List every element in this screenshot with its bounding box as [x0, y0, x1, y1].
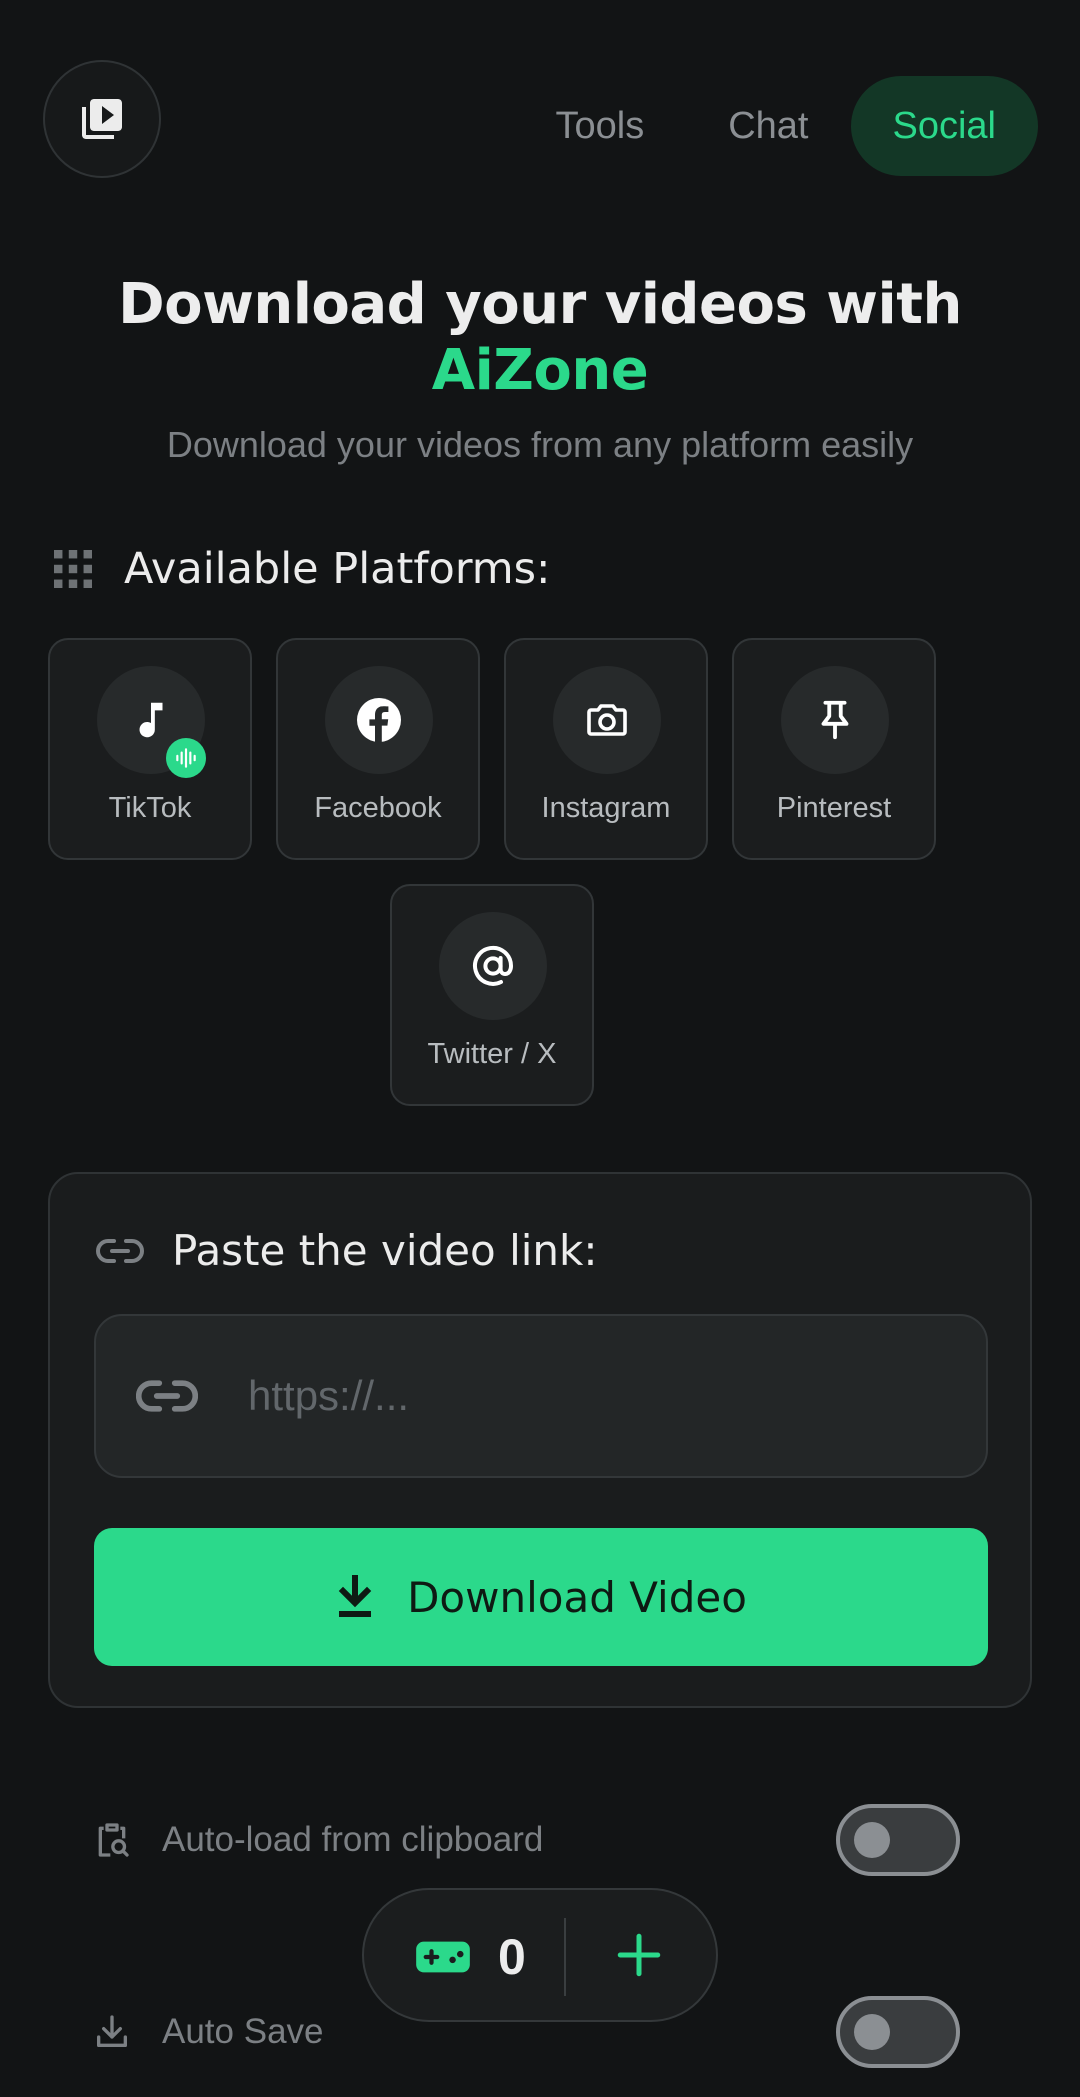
app-logo-button[interactable]	[43, 60, 161, 178]
camera-icon	[587, 704, 627, 736]
link-heading: Paste the video link:	[96, 1226, 598, 1275]
nav-tools[interactable]: Tools	[514, 76, 687, 176]
nav-social[interactable]: Social	[850, 76, 1038, 176]
game-count: 0	[498, 1929, 526, 1985]
auto-load-toggle[interactable]	[836, 1804, 960, 1876]
page-title-text: Download your videos with	[118, 272, 962, 337]
download-icon	[97, 2015, 128, 2047]
setting-label: Auto Save	[162, 2012, 324, 2051]
platform-label: Instagram	[541, 792, 671, 824]
link-icon	[136, 1378, 202, 1414]
gamepad-icon	[416, 1941, 470, 1973]
platform-icon-circle	[781, 666, 889, 774]
setting-auto-load: Auto-load from clipboard	[92, 1804, 992, 1876]
platform-card-instagram[interactable]: Instagram	[504, 638, 708, 860]
platform-label: Facebook	[314, 792, 442, 824]
platform-card-tiktok[interactable]: TikTok	[48, 638, 252, 860]
auto-save-toggle[interactable]	[836, 1996, 960, 2068]
page-subtitle: Download your videos from any platform e…	[166, 424, 914, 465]
add-icon[interactable]	[614, 1930, 664, 1980]
url-input[interactable]	[248, 1372, 948, 1420]
download-video-button[interactable]: Download Video	[94, 1528, 988, 1666]
setting-label: Auto-load from clipboard	[162, 1820, 544, 1859]
platform-icon-circle	[553, 666, 661, 774]
link-icon	[96, 1238, 144, 1263]
game-counter-pill: 0	[362, 1888, 718, 2022]
platform-card-pinterest[interactable]: Pinterest	[732, 638, 936, 860]
clipboard-search-icon	[98, 1823, 129, 1857]
nav-chat[interactable]: Chat	[686, 76, 850, 176]
grid-icon	[54, 550, 92, 588]
link-card: Paste the video link: Download Video	[48, 1172, 1032, 1708]
video-library-icon	[82, 99, 122, 139]
toggle-knob	[854, 1822, 890, 1858]
download-video-label: Download Video	[407, 1572, 747, 1622]
top-nav: Tools Chat Social	[514, 76, 1038, 176]
toggle-knob	[854, 2014, 890, 2050]
platforms-heading-label: Available Platforms:	[124, 544, 551, 594]
brand-name: AiZone	[431, 338, 649, 403]
platform-label: Pinterest	[776, 792, 892, 824]
platforms-heading: Available Platforms:	[54, 544, 551, 594]
music-note-icon	[139, 702, 163, 738]
platform-card-twitter[interactable]: Twitter / X	[390, 884, 594, 1106]
facebook-icon	[357, 698, 401, 742]
pin-icon	[821, 700, 849, 740]
page-title: Download your videos with AiZone	[0, 272, 1080, 404]
divider	[564, 1918, 566, 1996]
platform-icon-circle	[325, 666, 433, 774]
link-heading-label: Paste the video link:	[172, 1226, 598, 1275]
platform-label: TikTok	[108, 792, 192, 824]
platform-icon-circle	[439, 912, 547, 1020]
platform-card-facebook[interactable]: Facebook	[276, 638, 480, 860]
url-field[interactable]	[94, 1314, 988, 1478]
at-sign-icon	[473, 945, 514, 986]
platform-label: Twitter / X	[427, 1038, 557, 1070]
download-icon	[338, 1575, 372, 1617]
audio-badge	[166, 738, 206, 778]
sound-wave-icon	[176, 748, 196, 768]
